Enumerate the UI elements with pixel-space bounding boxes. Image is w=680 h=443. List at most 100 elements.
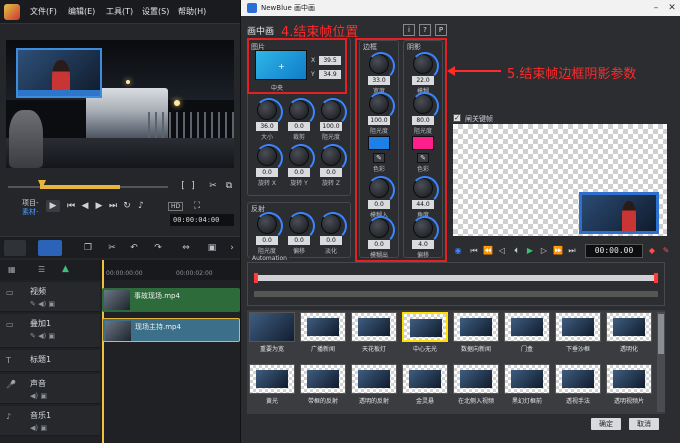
presets-button[interactable]: P (435, 24, 447, 36)
scrollbar-thumb[interactable] (658, 314, 664, 354)
keyframe-checkbox[interactable]: ✓ (453, 114, 461, 122)
border-width-knob[interactable]: 33.0宽度 (365, 52, 395, 95)
go-start-icon[interactable]: ⏮ (469, 246, 479, 256)
y-input[interactable]: 34.9 (319, 70, 341, 79)
record-icon[interactable]: ▣ (206, 242, 218, 254)
track-controls[interactable]: ✎ ◀) ▣ (30, 332, 55, 340)
trim-range[interactable] (40, 185, 120, 189)
reflection-offset-knob[interactable]: 0.0 偏移 (285, 212, 315, 255)
preset-tile[interactable]: 黑幻灯框前 (504, 364, 550, 408)
menu-help[interactable]: 帮助(H) (178, 6, 206, 17)
remove-keyframe-icon[interactable]: ✎ (661, 246, 671, 256)
border-blur-out-knob[interactable]: 0.0 模糊出 (365, 216, 395, 259)
end-icon[interactable]: ⏭ (106, 200, 120, 212)
rotate-z-knob[interactable]: 0.0 旋转 Z (317, 144, 347, 187)
preset-tile[interactable]: 透视手法 (555, 364, 601, 408)
position-pad[interactable]: + (255, 50, 307, 80)
track-voice[interactable]: 🎤 声音 ◀) ▣ (0, 374, 100, 404)
preset-tile[interactable]: 黄光 (249, 364, 295, 408)
preset-tile[interactable]: 透明化 (606, 312, 652, 356)
preview-canvas[interactable] (453, 124, 667, 236)
track-controls[interactable]: ◀) ▣ (30, 392, 47, 400)
split-icon[interactable]: ✂ (206, 180, 220, 192)
fit-icon[interactable]: ⧉ (222, 180, 236, 192)
preset-scrollbar[interactable] (657, 312, 665, 412)
menu-settings[interactable]: 设置(S) (142, 6, 169, 17)
track-music[interactable]: ♪ 音乐1 ◀) ▣ (0, 406, 100, 436)
cancel-button[interactable]: 取消 (629, 418, 659, 430)
border-color-swatch[interactable] (368, 136, 390, 150)
crop-knob[interactable]: 0.0 裁剪 (285, 98, 315, 141)
border-color-control[interactable]: ✎ 色彩 (365, 136, 393, 173)
mark-out-icon[interactable]: ] (186, 180, 200, 192)
track-video[interactable]: ▭ 视频 ✎ ◀) ▣ (0, 282, 100, 312)
timecode-display[interactable]: 00:00:04:00 (170, 214, 234, 226)
undo-icon[interactable]: ↶ (128, 242, 140, 254)
minimize-icon[interactable]: – (649, 2, 663, 14)
rewind-icon[interactable]: ⏴ (511, 246, 521, 256)
start-keyframe[interactable] (254, 273, 258, 283)
dialog-timecode[interactable]: 00:00.00 (585, 244, 643, 258)
storyboard-view-button[interactable] (4, 240, 26, 256)
shadow-opacity-knob[interactable]: 80.0 阻光度 (409, 92, 439, 135)
loop-icon[interactable]: ◉ (453, 246, 463, 256)
prev-keyframe-icon[interactable]: ⏪ (483, 246, 493, 256)
chevron-right-icon[interactable]: › (226, 242, 238, 254)
menu-file[interactable]: 文件(F) (30, 6, 57, 17)
play-icon[interactable]: ▶ (525, 246, 535, 256)
pip-preview[interactable] (579, 192, 659, 234)
scrubber[interactable] (8, 180, 168, 192)
reflection-opacity-knob[interactable]: 0.0 阻光度 (253, 212, 283, 255)
help-button[interactable]: ? (419, 24, 431, 36)
shadow-blur-knob[interactable]: 22.0模糊 (409, 52, 439, 95)
shadow-color-swatch[interactable] (412, 136, 434, 150)
fullscreen-icon[interactable]: ⛶ (190, 200, 204, 212)
timeline-view-button[interactable] (38, 240, 62, 256)
next-frame-icon[interactable]: ▶ (92, 200, 106, 212)
prev-frame-icon[interactable]: ◀ (78, 200, 92, 212)
dialog-titlebar[interactable]: NewBlue 画中画 – ✕ (241, 0, 680, 16)
clip-video[interactable]: 事故现场.mp4 (102, 288, 240, 312)
ok-button[interactable]: 确定 (591, 418, 621, 430)
border-opacity-knob[interactable]: 100.0 阻光度 (365, 92, 395, 135)
x-input[interactable]: 39.5 (319, 56, 341, 65)
redo-icon[interactable]: ↷ (152, 242, 164, 254)
info-button[interactable]: i (403, 24, 415, 36)
preset-tile[interactable]: 天花板灯 (351, 312, 397, 356)
cut-icon[interactable]: ✂ (106, 242, 118, 254)
preset-tile[interactable]: 透明的反射 (351, 364, 397, 408)
track-overlay[interactable]: ▭ 叠加1 ✎ ◀) ▣ (0, 314, 100, 348)
preset-tile[interactable]: 透明视频片 (606, 364, 652, 408)
volume-icon[interactable]: ♪ (134, 200, 148, 212)
preset-tile[interactable]: 数据向新闻 (453, 312, 499, 356)
border-blur-in-knob[interactable]: 0.0模糊入 (365, 176, 395, 219)
automation-track[interactable] (254, 275, 658, 281)
rotate-x-knob[interactable]: 0.0 旋转 X (253, 144, 283, 187)
step-forward-icon[interactable]: ▷ (539, 246, 549, 256)
hd-badge[interactable]: HD (168, 202, 184, 211)
track-controls[interactable]: ◀) ▣ (30, 424, 47, 432)
fit-timeline-icon[interactable]: ⇔ (180, 242, 192, 254)
list-icon[interactable]: ☰ (38, 265, 45, 274)
preset-tile[interactable]: 重要为宽 (249, 312, 295, 356)
clip-label[interactable]: 素材- (22, 207, 39, 217)
preset-tile[interactable]: 金灵悬 (402, 364, 448, 408)
preset-tile[interactable]: 下垂沙框 (555, 312, 601, 356)
track-title[interactable]: T 标题1 (0, 350, 100, 372)
shadow-color-control[interactable]: ✎ 色彩 (409, 136, 437, 173)
home-icon[interactable]: ⏮ (64, 200, 78, 212)
clipboard-icon[interactable]: ❐ (82, 242, 94, 254)
eyedropper-icon[interactable]: ✎ (373, 153, 385, 163)
automation-scrollbar[interactable] (254, 291, 658, 297)
play-icon[interactable]: ▶ (46, 200, 60, 212)
menu-tools[interactable]: 工具(T) (106, 6, 133, 17)
reflection-fade-knob[interactable]: 0.0 淡化 (317, 212, 347, 255)
shadow-offset-knob[interactable]: 4.0 偏移 (409, 216, 439, 259)
size-knob[interactable]: 36.0 大小 (253, 98, 283, 141)
repeat-icon[interactable]: ↻ (120, 200, 134, 212)
step-back-icon[interactable]: ◁ (497, 246, 507, 256)
shadow-angle-knob[interactable]: 44.0角度 (409, 176, 439, 219)
preset-tile[interactable]: 在北侧入视频 (453, 364, 499, 408)
menu-edit[interactable]: 编辑(E) (68, 6, 95, 17)
end-keyframe[interactable] (654, 273, 658, 283)
